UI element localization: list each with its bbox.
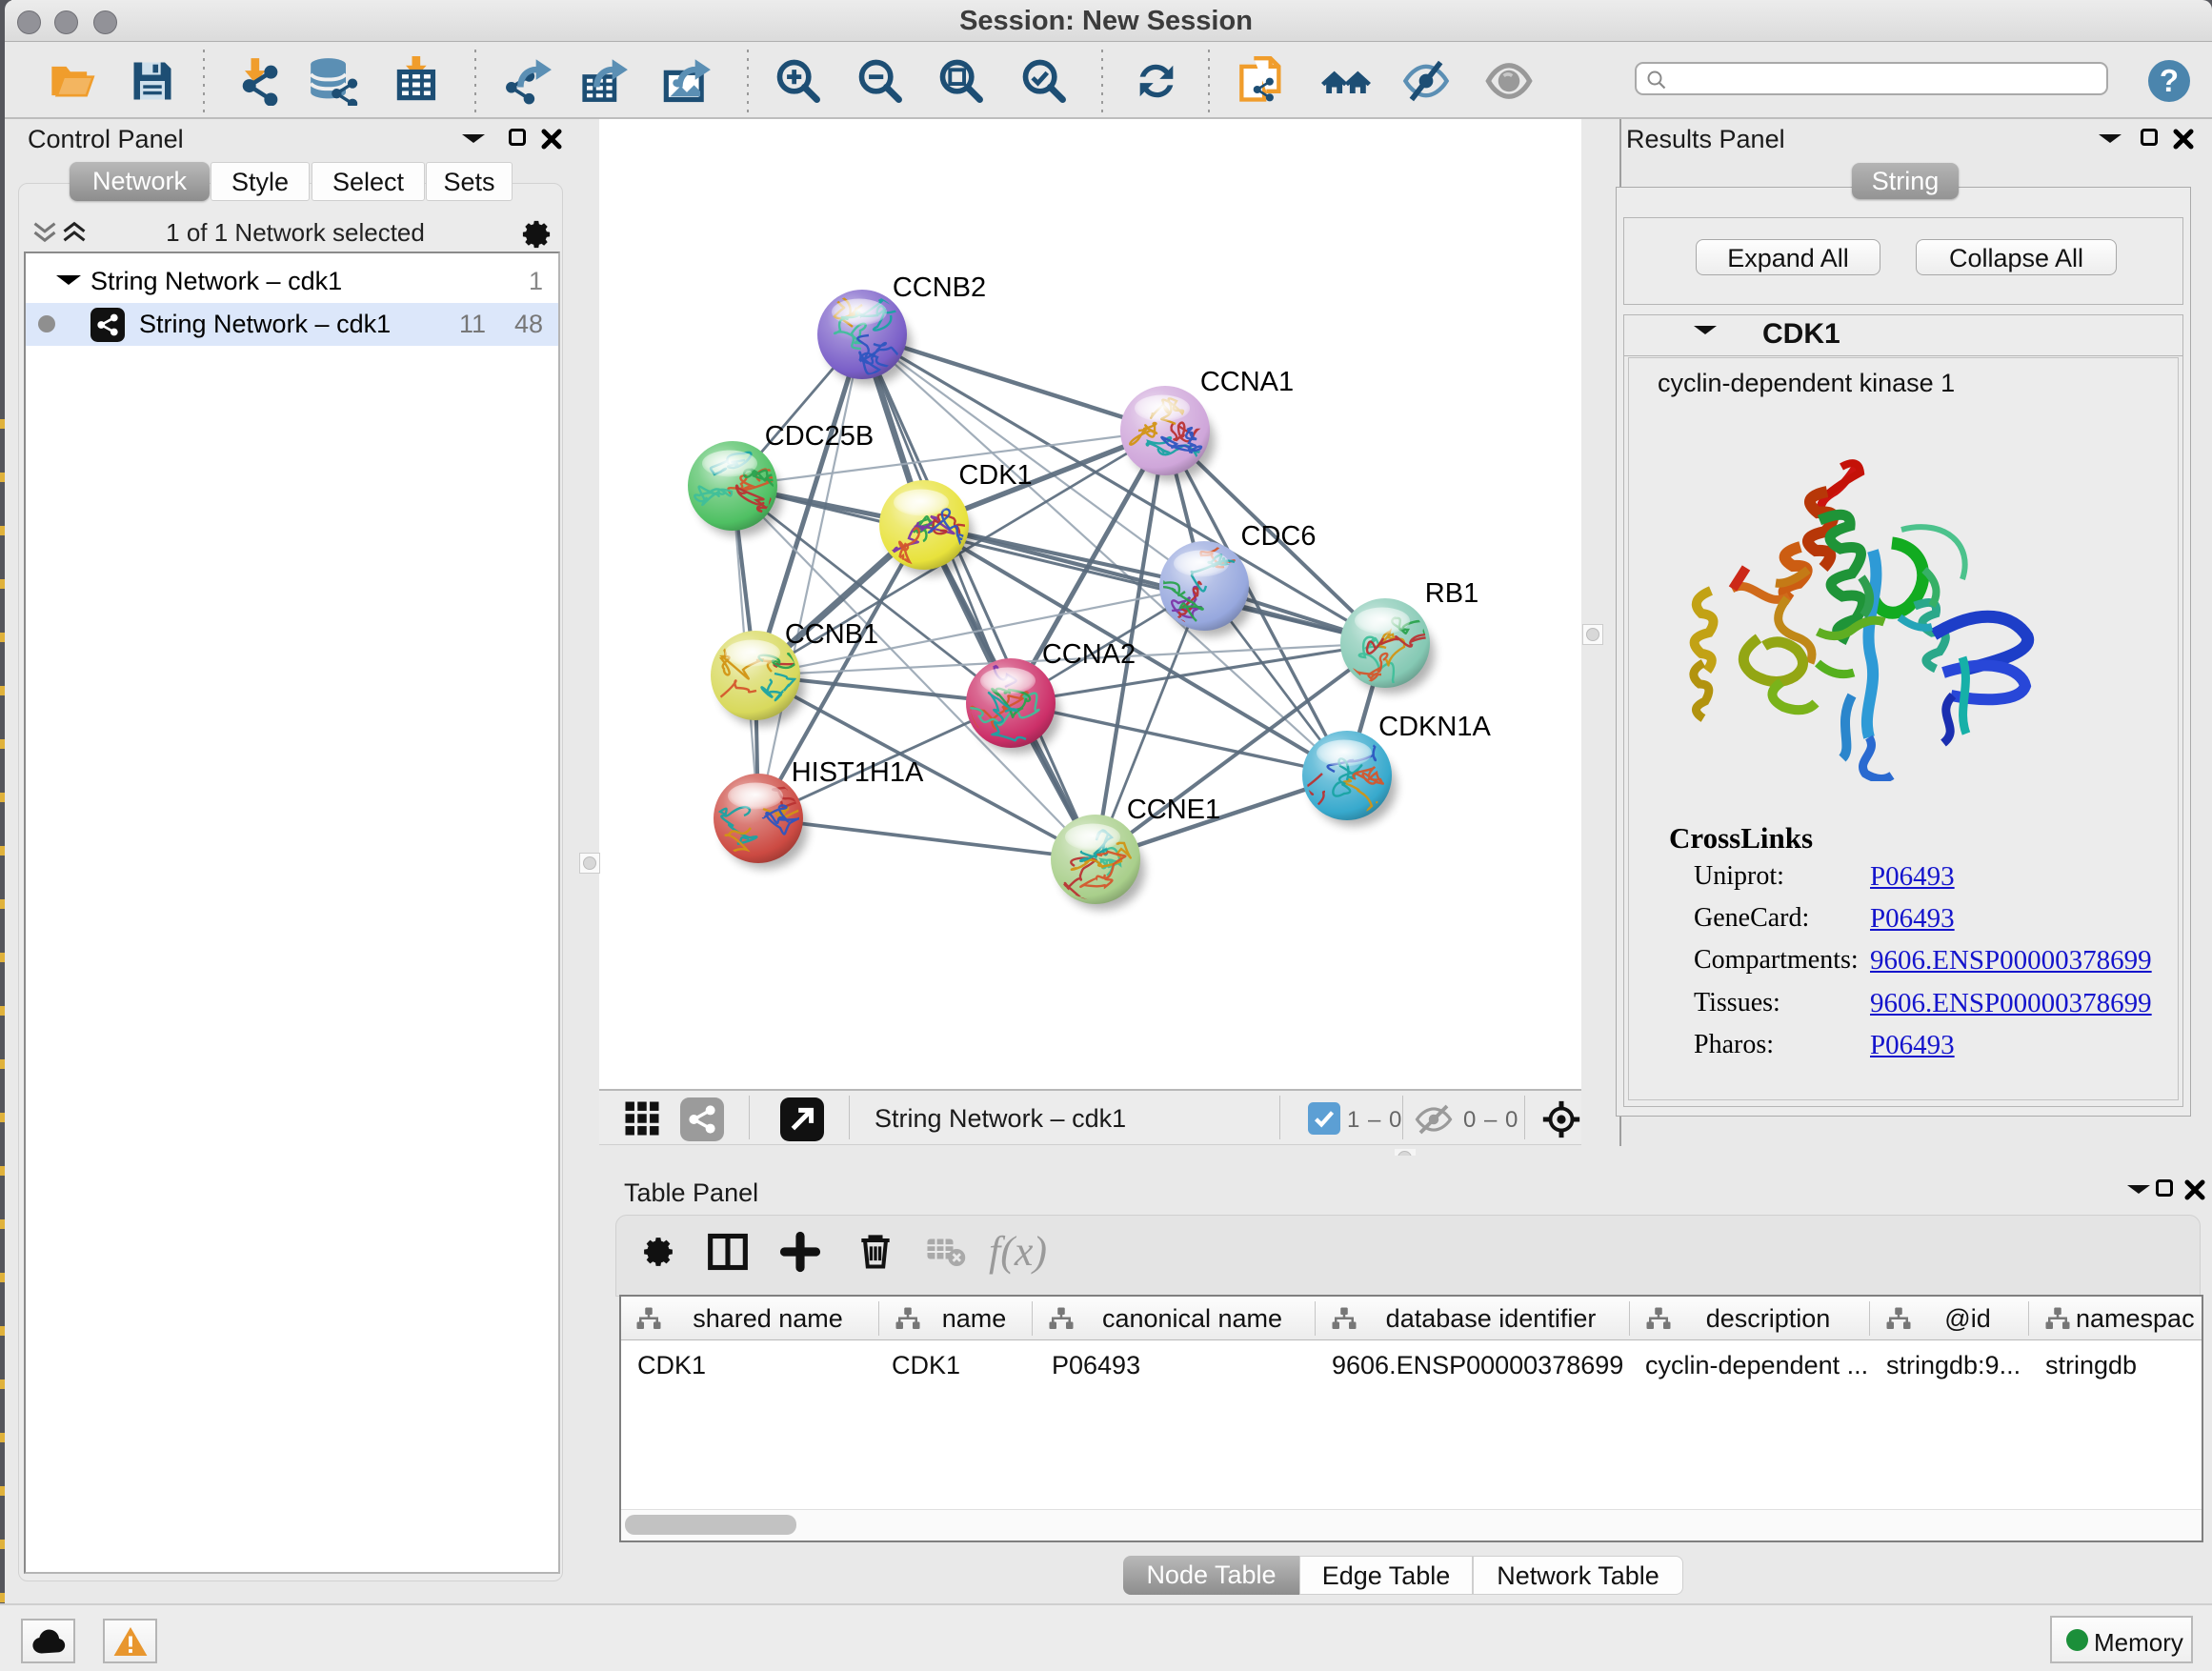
- svg-text:CDK1: CDK1: [958, 460, 1032, 491]
- svg-text:HIST1H1A: HIST1H1A: [792, 757, 924, 788]
- svg-text:CCNB1: CCNB1: [785, 619, 878, 650]
- svg-text:CCNA1: CCNA1: [1200, 367, 1294, 397]
- svg-text:CCNE1: CCNE1: [1127, 795, 1220, 825]
- svg-text:CDKN1A: CDKN1A: [1378, 712, 1491, 742]
- svg-text:RB1: RB1: [1425, 578, 1478, 609]
- svg-text:CDC25B: CDC25B: [765, 421, 874, 452]
- svg-text:CCNA2: CCNA2: [1042, 639, 1136, 670]
- svg-text:CCNB2: CCNB2: [893, 272, 986, 303]
- svg-text:CDC6: CDC6: [1241, 521, 1317, 552]
